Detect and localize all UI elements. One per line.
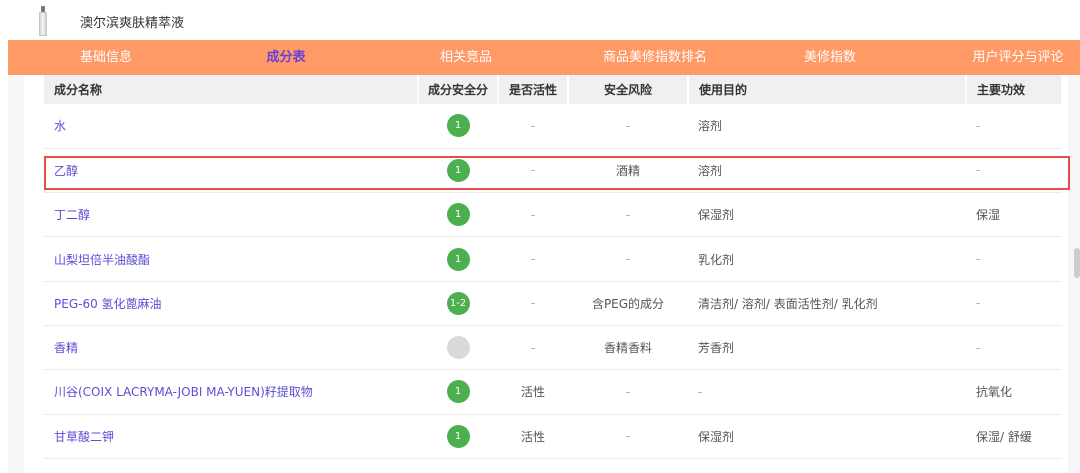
- product-bottle-icon[interactable]: [38, 6, 48, 36]
- tab-reviews[interactable]: 用户评分与评论: [953, 40, 1080, 75]
- effect-cell: -: [966, 104, 1062, 149]
- risk-cell: -: [568, 236, 688, 282]
- product-header: 澳尔滨爽肤精萃液: [0, 0, 1080, 40]
- risk-cell: -: [568, 414, 688, 459]
- purpose-cell: 溶剂: [688, 148, 966, 194]
- table-row[interactable]: 丁二醇 1- - 保湿剂 保湿: [44, 192, 1062, 238]
- active-cell: -: [498, 236, 568, 282]
- ingredient-name-link[interactable]: 川谷(COIX LACRYMA-JOBI MA-YUEN)籽提取物: [44, 369, 418, 415]
- table-row[interactable]: 山梨坦倍半油酸酯 1- - 乳化剂 -: [44, 236, 1062, 282]
- effect-cell: -: [966, 325, 1062, 371]
- risk-cell: -: [568, 192, 688, 238]
- table-row[interactable]: 乙醇 1- 酒精 溶剂 -: [44, 148, 1062, 194]
- effect-cell: 保湿/ 舒缓: [966, 414, 1062, 459]
- purpose-cell: 保湿剂: [688, 192, 966, 238]
- left-gutter: [8, 75, 24, 473]
- safety-score-cell: 1: [418, 104, 498, 149]
- table-row[interactable]: 川谷(COIX LACRYMA-JOBI MA-YUEN)籽提取物 1 活性 - - 抗氧…: [44, 369, 1062, 415]
- purpose-cell: 芳香剂: [688, 325, 966, 371]
- safety-score-badge[interactable]: 1: [446, 247, 470, 271]
- purpose-cell: 保湿剂: [688, 414, 966, 459]
- effect-cell: -: [966, 148, 1062, 194]
- header-active[interactable]: 是否活性: [498, 75, 569, 104]
- tab-bar: 基础信息 成分表 相关竞品 商品美修指数排名 美修指数 用户评分与评论: [8, 40, 1080, 75]
- safety-score-badge[interactable]: 1: [446, 203, 470, 227]
- safety-score-badge[interactable]: 1-2: [446, 291, 470, 315]
- ingredient-name-link[interactable]: PEG-60 氢化蓖麻油: [44, 281, 418, 326]
- active-cell: -: [498, 148, 568, 194]
- active-cell: -: [498, 192, 568, 238]
- effect-cell: 保湿: [966, 192, 1062, 238]
- tab-competitors[interactable]: 相关竞品: [406, 40, 526, 75]
- safety-score-cell: 1-2: [418, 281, 498, 326]
- ingredients-table: 成分名称 成分安全分 是否活性 安全风险 使用目的 主要功效 水 1- - 溶剂 - 乙醇…: [44, 75, 1063, 459]
- tab-basic-info[interactable]: 基础信息: [46, 40, 166, 75]
- safety-score-badge[interactable]: 1: [446, 158, 470, 182]
- effect-cell: -: [966, 281, 1062, 326]
- active-cell: -: [498, 325, 568, 371]
- effect-cell: 抗氧化: [966, 369, 1062, 415]
- header-name[interactable]: 成分名称: [44, 75, 419, 104]
- risk-cell: -: [568, 104, 688, 149]
- ingredient-name-link[interactable]: 山梨坦倍半油酸酯: [44, 236, 418, 282]
- ingredient-name-link[interactable]: 水: [44, 104, 418, 149]
- tab-ingredients[interactable]: 成分表: [226, 40, 346, 75]
- purpose-cell: -: [688, 369, 966, 415]
- active-cell: 活性: [498, 369, 568, 415]
- safety-score-cell: 1: [418, 414, 498, 459]
- table-header-row: 成分名称 成分安全分 是否活性 安全风险 使用目的 主要功效: [44, 75, 1063, 104]
- safety-score-cell: 1: [418, 192, 498, 238]
- safety-score-cell: 1: [418, 369, 498, 415]
- ingredient-name-link[interactable]: 香精: [44, 325, 418, 371]
- safety-score-badge[interactable]: 1: [446, 424, 470, 448]
- purpose-cell: 清洁剂/ 溶剂/ 表面活性剂/ 乳化剂: [688, 281, 966, 326]
- tab-ranking[interactable]: 商品美修指数排名: [580, 40, 730, 75]
- product-name: 澳尔滨爽肤精萃液: [80, 16, 185, 31]
- table-row[interactable]: 水 1- - 溶剂 -: [44, 104, 1062, 149]
- purpose-cell: 乳化剂: [688, 236, 966, 282]
- safety-score-badge[interactable]: 1: [446, 380, 470, 404]
- table-row[interactable]: PEG-60 氢化蓖麻油 1-2- 含PEG的成分 清洁剂/ 溶剂/ 表面活性剂/ 乳…: [44, 281, 1062, 326]
- safety-score-cell: 1: [418, 236, 498, 282]
- header-score[interactable]: 成分安全分: [418, 75, 499, 104]
- effect-cell: -: [966, 236, 1062, 282]
- risk-cell: 酒精: [568, 148, 688, 194]
- risk-cell: 香精香料: [568, 325, 688, 371]
- risk-cell: -: [568, 369, 688, 415]
- risk-cell: 含PEG的成分: [568, 281, 688, 326]
- safety-score-cell: [418, 325, 498, 371]
- header-effect[interactable]: 主要功效: [966, 75, 1063, 104]
- header-purpose[interactable]: 使用目的: [688, 75, 967, 104]
- header-risk[interactable]: 安全风险: [568, 75, 689, 104]
- tab-index[interactable]: 美修指数: [770, 40, 890, 75]
- ingredient-name-link[interactable]: 乙醇: [44, 148, 418, 194]
- active-cell: 活性: [498, 414, 568, 459]
- active-cell: -: [498, 281, 568, 326]
- active-cell: -: [498, 104, 568, 149]
- scrollbar-handle[interactable]: [1074, 248, 1080, 278]
- purpose-cell: 溶剂: [688, 104, 966, 149]
- ingredient-name-link[interactable]: 甘草酸二钾: [44, 414, 418, 459]
- safety-score-cell: 1: [418, 148, 498, 194]
- safety-score-badge[interactable]: [446, 336, 470, 360]
- ingredient-name-link[interactable]: 丁二醇: [44, 192, 418, 238]
- table-row[interactable]: 香精 - 香精香料 芳香剂 -: [44, 325, 1062, 371]
- table-row[interactable]: 甘草酸二钾 1 活性 - 保湿剂 保湿/ 舒缓: [44, 414, 1062, 459]
- safety-score-badge[interactable]: 1: [446, 114, 470, 138]
